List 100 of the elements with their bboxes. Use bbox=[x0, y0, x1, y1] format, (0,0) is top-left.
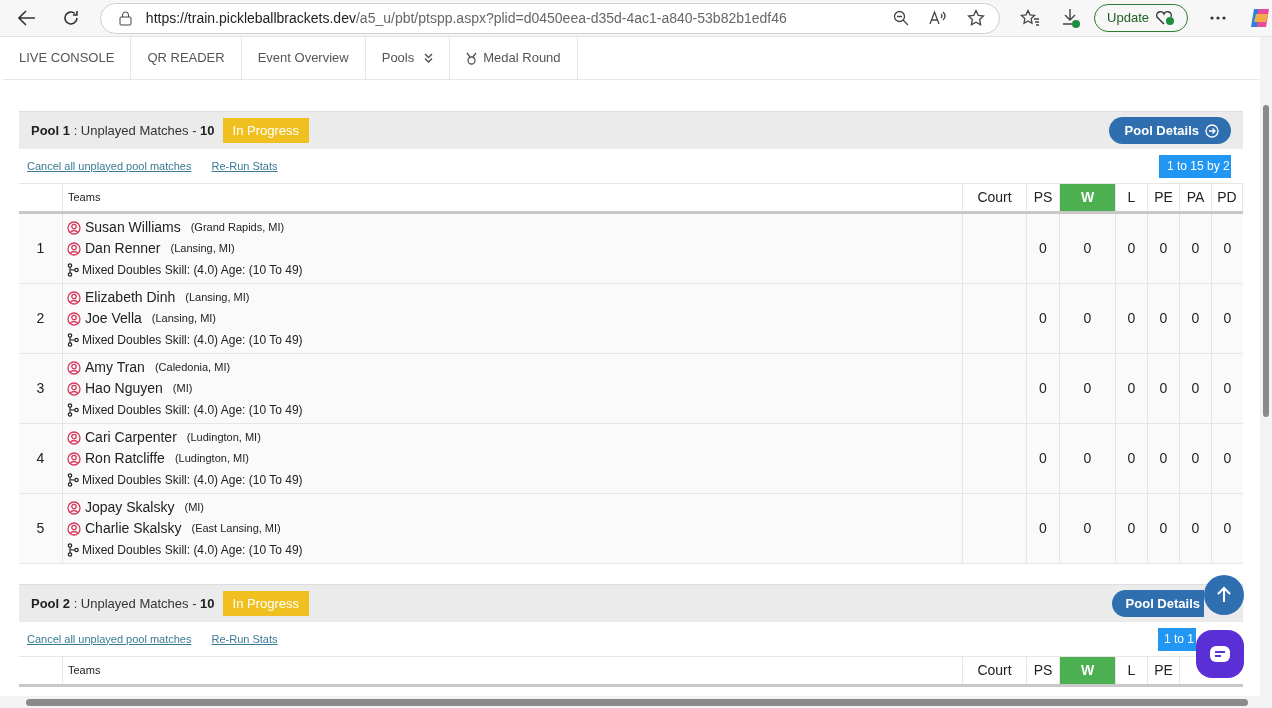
stat-value: 0 bbox=[1159, 379, 1168, 398]
division-text: Mixed Doubles Skill: (4.0) Age: (10 To 49) bbox=[82, 261, 303, 279]
status-badge: In Progress bbox=[222, 591, 310, 616]
column-header: Teams bbox=[63, 657, 963, 684]
row-number: 3 bbox=[36, 379, 45, 398]
refresh-icon[interactable] bbox=[61, 9, 80, 27]
stat-value: 0 bbox=[1127, 519, 1136, 538]
stat-value: 0 bbox=[1191, 379, 1200, 398]
stat-value: 0 bbox=[1191, 519, 1200, 538]
stat-value: 0 bbox=[1159, 309, 1168, 328]
player-name: Elizabeth Dinh bbox=[85, 288, 176, 307]
stat-value: 0 bbox=[1159, 239, 1168, 258]
player-name: Charlie Skalsky bbox=[85, 519, 182, 538]
read-aloud-icon[interactable] bbox=[929, 10, 948, 26]
stat-value: 0 bbox=[1039, 379, 1047, 398]
column-header: PA bbox=[1180, 184, 1212, 211]
stat-value: 0 bbox=[1039, 309, 1047, 328]
nav-tab[interactable]: Event Overview bbox=[241, 37, 366, 79]
player-name: Dan Renner bbox=[85, 239, 161, 258]
chat-icon bbox=[1209, 645, 1231, 663]
player-location: (Lansing, MI) bbox=[170, 241, 235, 257]
favorites-icon[interactable] bbox=[1020, 9, 1041, 27]
nav-tab[interactable]: LIVE CONSOLE bbox=[3, 37, 132, 79]
stat-value: 0 bbox=[1127, 449, 1136, 468]
column-header: Court bbox=[963, 657, 1027, 684]
person-icon bbox=[67, 241, 81, 256]
stat-value: 0 bbox=[1127, 239, 1136, 258]
stat-value: 0 bbox=[1083, 239, 1092, 258]
range-button[interactable]: 1 to 1 bbox=[1157, 627, 1196, 651]
column-header: L bbox=[1116, 184, 1148, 211]
player-name: Hao Nguyen bbox=[85, 379, 163, 398]
player-name: Jopay Skalsky bbox=[85, 498, 175, 517]
pool-details-button[interactable]: Pool Details bbox=[1111, 590, 1204, 617]
address-bar[interactable]: https://train.pickleballbrackets.dev/a5_u/pbt/ptspp.aspx?plid=d0450eea-d35d-4ac1-a840-53b82b1edf46 bbox=[99, 2, 1001, 34]
stat-value: 0 bbox=[1191, 449, 1200, 468]
player-location: (Ludington, MI) bbox=[186, 430, 261, 446]
stat-value: 0 bbox=[1159, 519, 1168, 538]
person-icon bbox=[67, 500, 81, 515]
column-header: W bbox=[1060, 657, 1116, 684]
heart-icon bbox=[1155, 10, 1175, 26]
stat-value: 0 bbox=[1223, 519, 1232, 538]
status-badge: In Progress bbox=[222, 118, 310, 143]
nav-tab[interactable]: Medal Round bbox=[450, 37, 578, 79]
stat-value: 0 bbox=[1039, 519, 1047, 538]
more-icon[interactable] bbox=[1210, 16, 1226, 20]
row-number: 1 bbox=[36, 239, 45, 258]
division-text: Mixed Doubles Skill: (4.0) Age: (10 To 49) bbox=[82, 331, 303, 349]
player-location: (Lansing, MI) bbox=[185, 290, 250, 306]
player-location: (Caledonia, MI) bbox=[154, 360, 231, 376]
column-header: Court bbox=[963, 184, 1027, 211]
download-icon[interactable] bbox=[1062, 8, 1081, 28]
stat-value: 0 bbox=[1083, 449, 1092, 468]
player-name: Joe Vella bbox=[85, 309, 142, 328]
player-name: Susan Williams bbox=[85, 218, 181, 237]
star-icon[interactable] bbox=[967, 9, 986, 27]
row-number: 4 bbox=[36, 449, 45, 468]
branch-icon bbox=[67, 402, 79, 417]
pool-link[interactable]: Re-Run Stats bbox=[211, 157, 278, 175]
branch-icon bbox=[67, 262, 79, 277]
person-icon bbox=[67, 381, 81, 396]
column-header: PE bbox=[1148, 657, 1180, 684]
column-header: PD bbox=[1212, 184, 1243, 211]
lock-icon[interactable] bbox=[118, 10, 132, 26]
person-icon bbox=[67, 311, 81, 326]
chat-button[interactable] bbox=[1196, 630, 1244, 678]
pool-link[interactable]: Cancel all unplayed pool matches bbox=[27, 630, 192, 648]
player-location: (Ludington, MI) bbox=[174, 451, 249, 467]
pool-title: Pool 1 : Unplayed Matches - 10 bbox=[31, 121, 215, 140]
back-icon[interactable] bbox=[18, 10, 36, 26]
row-number: 5 bbox=[36, 519, 45, 538]
person-icon bbox=[67, 521, 81, 536]
copilot-icon[interactable] bbox=[1248, 6, 1272, 30]
vertical-scrollbar[interactable] bbox=[1260, 37, 1272, 708]
range-button[interactable]: 1 to 15 by 2 bbox=[1159, 154, 1231, 178]
person-icon bbox=[67, 290, 81, 305]
double-chevron-icon bbox=[424, 53, 434, 63]
person-icon bbox=[67, 451, 81, 466]
url-text: https://train.pickleballbrackets.dev/a5_u/pbt/ptspp.aspx?plid=d0450eea-d35d-4ac1-a840-53b82b1edf46 bbox=[145, 8, 787, 28]
person-icon bbox=[67, 220, 81, 235]
pool-link[interactable]: Re-Run Stats bbox=[211, 630, 278, 648]
stat-value: 0 bbox=[1039, 239, 1047, 258]
zoom-out-icon[interactable] bbox=[893, 10, 910, 26]
pool-details-button[interactable]: Pool Details bbox=[1108, 117, 1231, 144]
player-location: (Grand Rapids, MI) bbox=[190, 220, 285, 236]
player-name: Ron Ratcliffe bbox=[85, 449, 165, 468]
stat-value: 0 bbox=[1223, 309, 1232, 328]
pool-link[interactable]: Cancel all unplayed pool matches bbox=[27, 157, 192, 175]
pool-title: Pool 2 : Unplayed Matches - 10 bbox=[31, 594, 215, 613]
nav-tab[interactable]: Pools bbox=[365, 37, 451, 79]
stat-value: 0 bbox=[1083, 379, 1092, 398]
player-name: Cari Carpenter bbox=[85, 428, 177, 447]
nav-tab[interactable]: QR READER bbox=[131, 37, 242, 79]
player-location: (MI) bbox=[172, 381, 193, 397]
stat-value: 0 bbox=[1191, 239, 1200, 258]
horizontal-scrollbar[interactable] bbox=[0, 696, 1260, 708]
scroll-to-top-button[interactable] bbox=[1204, 575, 1244, 615]
stat-value: 0 bbox=[1191, 309, 1200, 328]
stat-value: 0 bbox=[1159, 449, 1168, 468]
branch-icon bbox=[67, 472, 79, 487]
column-header: W bbox=[1060, 184, 1116, 211]
